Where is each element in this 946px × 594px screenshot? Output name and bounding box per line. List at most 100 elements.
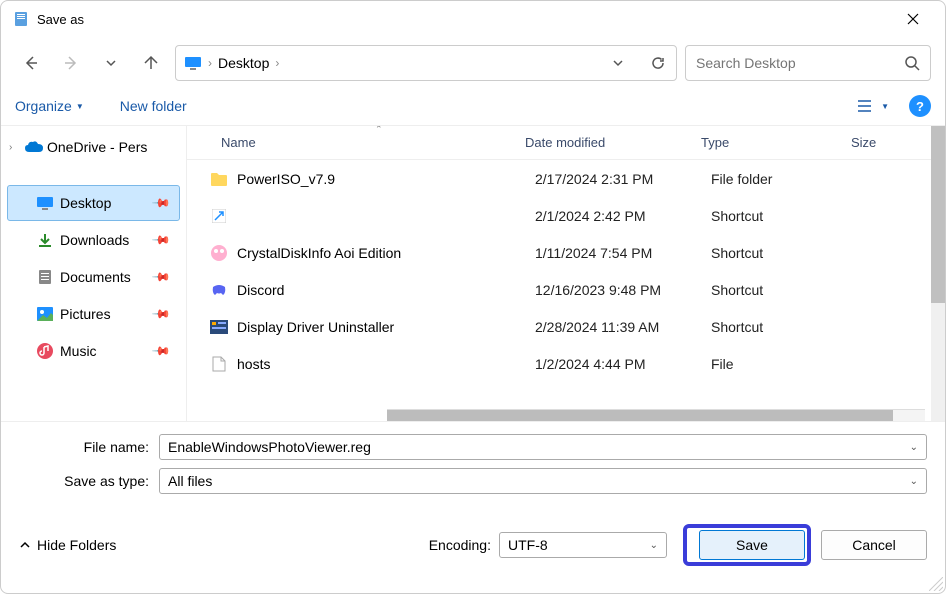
recent-dropdown[interactable]	[95, 47, 127, 79]
column-header-type[interactable]: Type	[701, 135, 851, 150]
search-input[interactable]	[696, 55, 904, 71]
encoding-select[interactable]: UTF-8 ⌄	[499, 532, 667, 558]
file-type-icon	[209, 354, 229, 374]
file-row[interactable]: PowerISO_v7.92/17/2024 2:31 PMFile folde…	[187, 160, 945, 197]
desktop-icon	[36, 195, 54, 211]
expand-caret-icon[interactable]: ›	[9, 142, 21, 153]
hide-folders-label: Hide Folders	[37, 537, 116, 553]
chevron-up-icon	[19, 539, 31, 551]
file-type-icon	[209, 243, 229, 263]
file-type-icon	[209, 280, 229, 300]
encoding-label: Encoding:	[429, 537, 491, 553]
refresh-button[interactable]	[648, 53, 668, 73]
tree-item-label: OneDrive - Pers	[47, 139, 186, 155]
file-type-icon	[209, 317, 229, 337]
sidebar-item-label: Documents	[60, 269, 148, 285]
breadcrumb-separator: ›	[208, 56, 212, 70]
list-view-icon	[857, 99, 875, 113]
downloads-icon	[37, 232, 53, 248]
cancel-button[interactable]: Cancel	[821, 530, 927, 560]
new-folder-button[interactable]: New folder	[120, 98, 187, 114]
file-type: Shortcut	[711, 245, 861, 261]
chevron-down-icon	[105, 57, 117, 69]
sidebar-item-pictures[interactable]: Pictures 📌	[7, 296, 180, 332]
resize-grip-icon[interactable]	[929, 577, 943, 591]
column-header-size[interactable]: Size	[851, 135, 901, 150]
file-name: CrystalDiskInfo Aoi Edition	[237, 245, 535, 261]
refresh-icon	[650, 55, 666, 71]
filename-value: EnableWindowsPhotoViewer.reg	[168, 439, 371, 455]
file-row[interactable]: CrystalDiskInfo Aoi Edition1/11/2024 7:5…	[187, 234, 945, 271]
sidebar-item-label: Downloads	[60, 232, 148, 248]
file-date: 2/1/2024 2:42 PM	[535, 208, 711, 224]
back-button[interactable]	[15, 47, 47, 79]
breadcrumb-location[interactable]: Desktop	[218, 55, 269, 71]
forward-button[interactable]	[55, 47, 87, 79]
close-button[interactable]	[893, 4, 933, 34]
sidebar-item-label: Pictures	[60, 306, 148, 322]
savetype-label: Save as type:	[19, 473, 159, 489]
organize-label: Organize	[15, 98, 72, 114]
pin-icon: 📌	[151, 230, 171, 250]
pin-icon: 📌	[151, 267, 171, 287]
highlight-annotation: Save	[683, 524, 811, 566]
chevron-down-icon[interactable]	[612, 57, 624, 69]
filename-label: File name:	[19, 439, 159, 455]
organize-menu[interactable]: Organize▼	[15, 98, 84, 114]
file-name: hosts	[237, 356, 535, 372]
scrollbar-thumb[interactable]	[931, 126, 945, 303]
sidebar-item-label: Music	[60, 343, 148, 359]
savetype-select[interactable]: All files ⌄	[159, 468, 927, 494]
arrow-right-icon	[63, 55, 79, 71]
scrollbar-thumb[interactable]	[387, 410, 893, 421]
sort-indicator-icon: ⌃	[375, 126, 383, 135]
file-row[interactable]: Discord12/16/2023 9:48 PMShortcut	[187, 271, 945, 308]
search-box[interactable]	[685, 45, 931, 81]
sidebar-item-desktop[interactable]: Desktop 📌	[7, 185, 180, 221]
file-date: 1/11/2024 7:54 PM	[535, 245, 711, 261]
file-name: Display Driver Uninstaller	[237, 319, 535, 335]
chevron-down-icon[interactable]: ⌄	[650, 540, 658, 551]
documents-icon	[38, 269, 52, 285]
sidebar-item-label: Desktop	[60, 195, 148, 211]
file-name: PowerISO_v7.9	[237, 171, 535, 187]
pictures-icon	[37, 307, 53, 321]
column-header-name[interactable]: Name	[215, 135, 525, 150]
file-row[interactable]: hosts1/2/2024 4:44 PMFile	[187, 345, 945, 382]
vertical-scrollbar[interactable]	[931, 126, 945, 421]
chevron-down-icon[interactable]: ⌄	[910, 442, 918, 453]
horizontal-scrollbar[interactable]	[387, 409, 925, 421]
file-date: 12/16/2023 9:48 PM	[535, 282, 711, 298]
file-type: File	[711, 356, 861, 372]
arrow-up-icon	[143, 55, 159, 71]
encoding-value: UTF-8	[508, 537, 548, 553]
breadcrumb-separator: ›	[275, 56, 279, 70]
up-button[interactable]	[135, 47, 167, 79]
savetype-value: All files	[168, 473, 212, 489]
file-type: Shortcut	[711, 282, 861, 298]
chevron-down-icon[interactable]: ⌄	[910, 476, 918, 487]
file-type: Shortcut	[711, 319, 861, 335]
navigation-sidebar: › OneDrive - Pers Desktop 📌 Downloads 📌 …	[1, 126, 187, 421]
file-date: 2/17/2024 2:31 PM	[535, 171, 711, 187]
file-type-icon	[209, 169, 229, 189]
file-type-icon	[209, 206, 229, 226]
hide-folders-button[interactable]: Hide Folders	[19, 537, 116, 553]
view-options-button[interactable]: ▼	[857, 99, 889, 113]
address-bar[interactable]: › Desktop ›	[175, 45, 677, 81]
file-row[interactable]: 2/1/2024 2:42 PMShortcut	[187, 197, 945, 234]
file-row[interactable]: Display Driver Uninstaller2/28/2024 11:3…	[187, 308, 945, 345]
app-icon	[13, 11, 29, 27]
music-icon	[37, 343, 53, 359]
sidebar-item-documents[interactable]: Documents 📌	[7, 259, 180, 295]
desktop-icon	[184, 55, 202, 71]
save-button[interactable]: Save	[699, 530, 805, 560]
column-header-date[interactable]: Date modified	[525, 135, 701, 150]
help-button[interactable]: ?	[909, 95, 931, 117]
pin-icon: 📌	[151, 304, 171, 324]
sidebar-item-downloads[interactable]: Downloads 📌	[7, 222, 180, 258]
tree-item-onedrive[interactable]: › OneDrive - Pers	[1, 130, 186, 164]
file-list-pane: ⌃ Name Date modified Type Size PowerISO_…	[187, 126, 945, 421]
sidebar-item-music[interactable]: Music 📌	[7, 333, 180, 369]
filename-input[interactable]: EnableWindowsPhotoViewer.reg ⌄	[159, 434, 927, 460]
